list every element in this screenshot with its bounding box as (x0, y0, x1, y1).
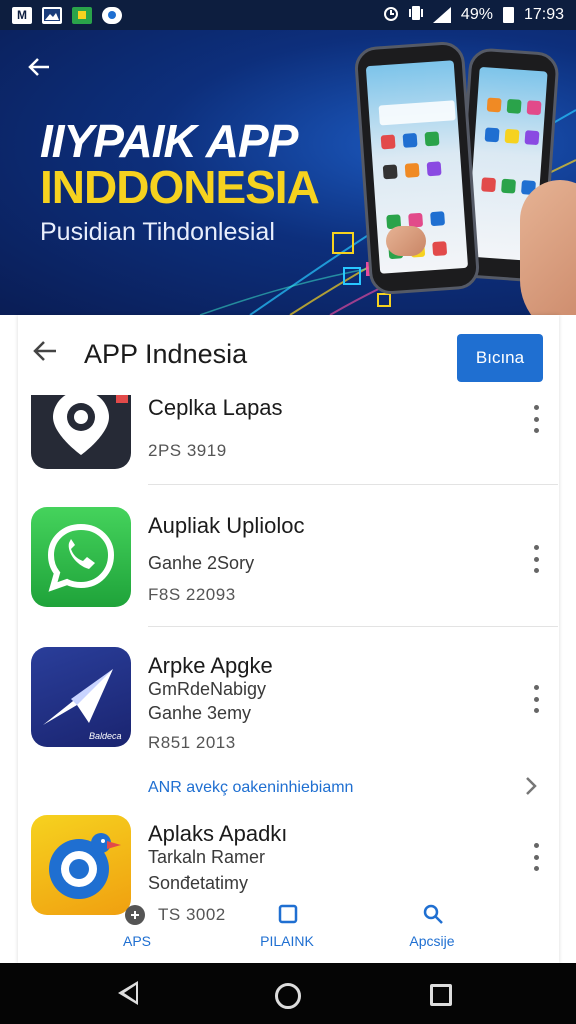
battery-icon (502, 7, 514, 23)
app-meta: R851 2013 (148, 733, 236, 752)
battery-percent: 49% (460, 6, 493, 23)
header-action-button[interactable]: Bıcına (457, 334, 543, 382)
app-name: Arpke Apgke (148, 653, 273, 678)
page-title: APP Indnesia (84, 339, 248, 369)
app-name: Ceplka Lapas (148, 395, 283, 420)
m-icon: M (12, 6, 32, 24)
list-item[interactable]: Ceplka Lapas 2PS 3919 (18, 395, 558, 485)
tab-search[interactable]: Apcsije (382, 895, 482, 963)
chat-bubble-icon (31, 507, 131, 607)
vibrate-icon (408, 5, 423, 26)
app-meta: F8S 22093 (148, 585, 236, 604)
list-item[interactable]: Aupliak Uplioloc Ganhe 2Sory F8S 22093 (18, 505, 558, 620)
see-more-link[interactable]: ANR avekç oakeninhiebiamn (148, 779, 353, 797)
paper-plane-icon-text: Baldeca (89, 731, 122, 741)
more-options-icon[interactable] (526, 685, 546, 713)
search-icon (422, 903, 444, 925)
system-indicators: 49% 17:93 (383, 5, 564, 26)
app-meta: 2PS 3919 (148, 441, 227, 460)
app-name: Aupliak Uplioloc (148, 513, 305, 538)
banner-title-line2: INDDONESIA (40, 161, 320, 213)
tab-apps[interactable]: APS (87, 895, 187, 963)
bottom-tab-bar: APS PILAINK Apcsije (18, 895, 558, 963)
status-bar: M 49% 17:93 (0, 0, 576, 30)
tab-label: APS (122, 933, 151, 949)
app-category: Sonđetatimy (148, 873, 249, 893)
app-name: Aplaks Apadkı (148, 821, 288, 846)
hand-illustration (520, 180, 576, 315)
app-developer: Tarkaln Ramer (148, 847, 266, 867)
phone-illustration-front (353, 40, 481, 296)
app-header: APP Indnesia Bıcına (18, 315, 558, 395)
signal-icon (432, 7, 451, 23)
paper-plane-icon: Baldeca (31, 647, 131, 747)
tab-label: PILAINK (260, 933, 314, 949)
notification-icons: M (12, 6, 122, 24)
app-category: Ganhe 2Sory (148, 553, 255, 573)
divider (148, 626, 558, 627)
banner-back-arrow-icon[interactable] (22, 50, 56, 84)
app-category: Ganhe 3emy (148, 703, 252, 723)
app-list: Ceplka Lapas 2PS 3919 Aupliak Uplioloc G… (18, 395, 558, 963)
tab-label: Apcsije (409, 933, 455, 949)
square-icon (277, 903, 299, 925)
cloud-icon (102, 6, 122, 24)
divider (148, 484, 558, 485)
apps-icon (125, 905, 145, 925)
list-item[interactable]: Baldeca Arpke Apgke GmRdeNabigy Ganhe 3e… (18, 645, 558, 775)
tab-pilaink[interactable]: PILAINK (237, 895, 337, 963)
nav-home-icon[interactable] (275, 983, 301, 1009)
gallery-icon (42, 6, 62, 24)
nav-back-icon-inner (124, 985, 136, 1001)
system-nav-bar (0, 963, 576, 1024)
hand-thumb-illustration (386, 226, 426, 256)
banner-subtitle: Pusidian Tihdonlesial (40, 218, 275, 246)
nav-recent-apps-icon[interactable] (430, 984, 452, 1006)
app-icon (72, 6, 92, 24)
more-options-icon[interactable] (526, 405, 546, 433)
hero-banner: IIYPAIK APP INDDONESIA Pusidian Tihdonle… (0, 30, 576, 315)
more-options-icon[interactable] (526, 545, 546, 573)
clock: 17:93 (523, 6, 564, 23)
app-developer: GmRdeNabigy (148, 679, 267, 699)
back-arrow-icon[interactable] (32, 339, 62, 369)
chevron-right-icon[interactable] (524, 775, 538, 803)
more-options-icon[interactable] (526, 843, 546, 871)
location-pin-icon (31, 395, 131, 469)
alarm-icon (383, 5, 399, 26)
